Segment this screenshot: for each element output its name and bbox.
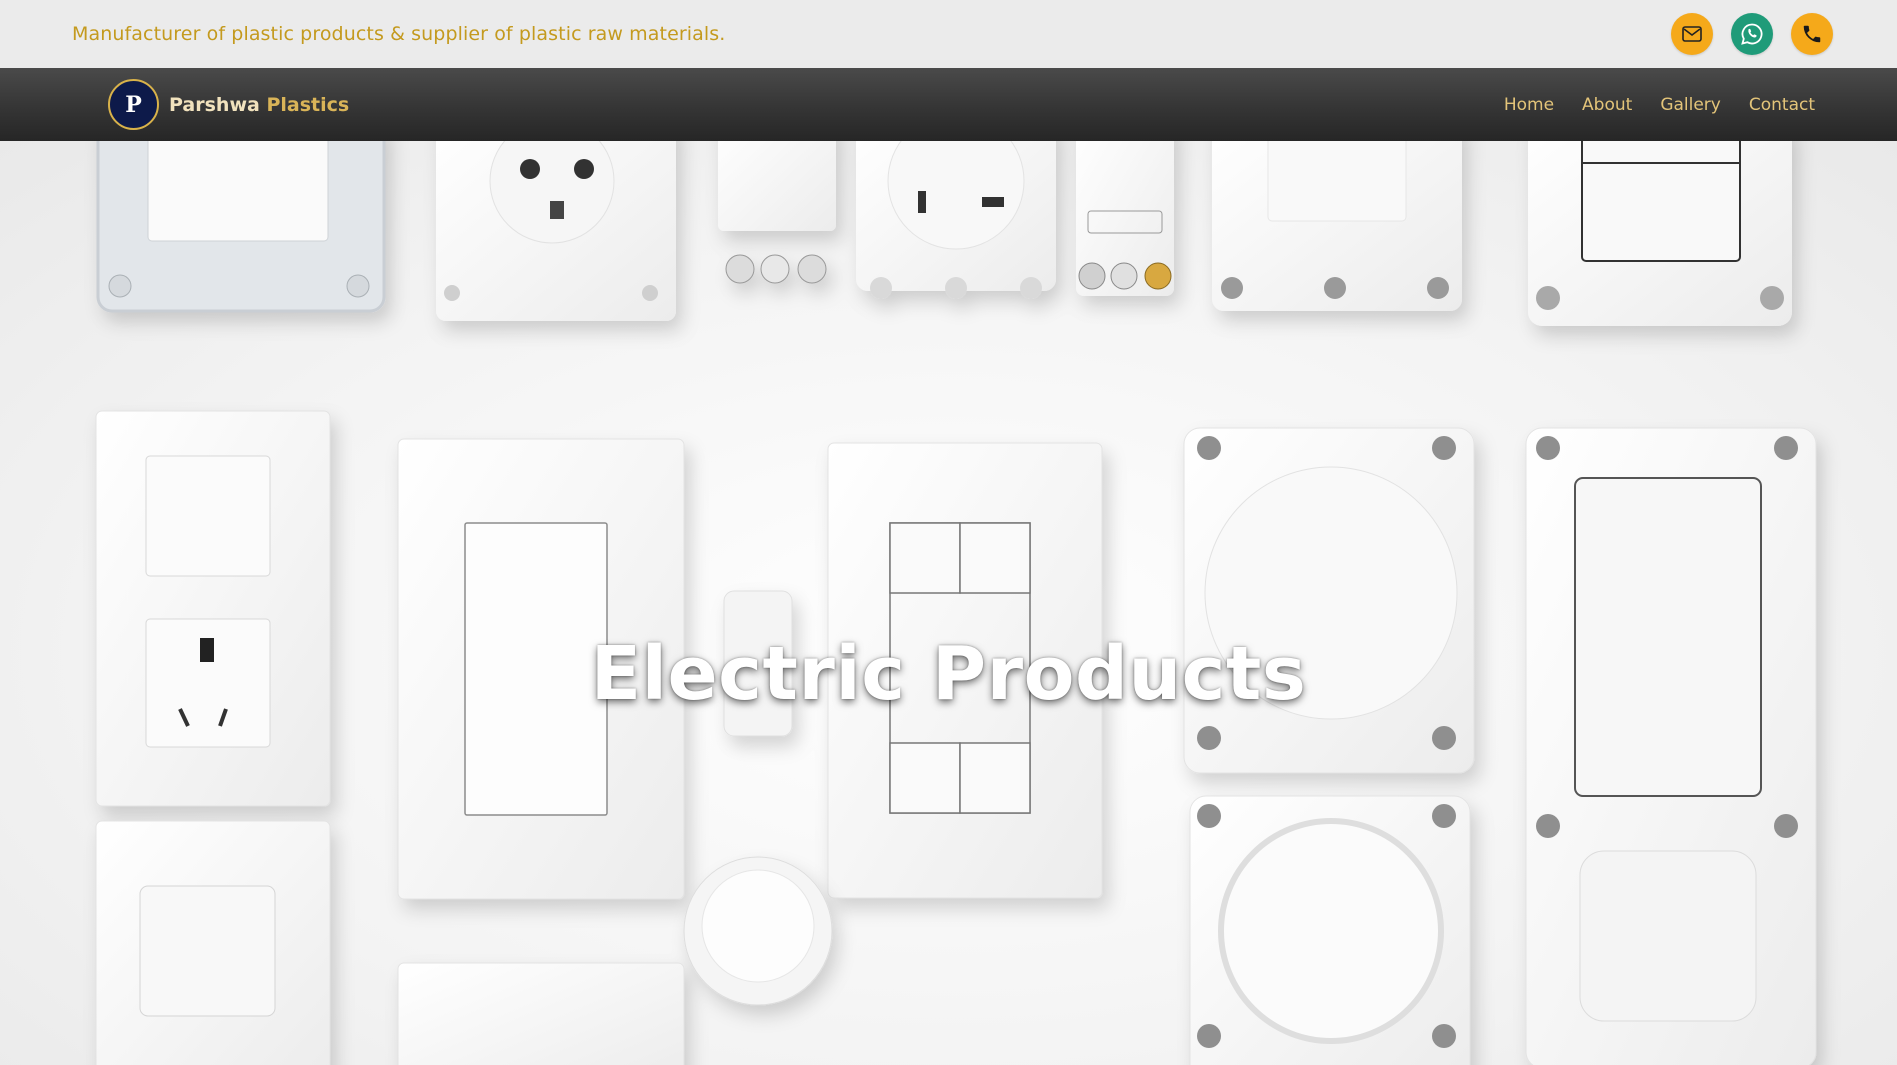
- nav-contact[interactable]: Contact: [1749, 95, 1815, 115]
- nav-links: Home About Gallery Contact: [1504, 95, 1815, 115]
- phone-icon[interactable]: [1791, 13, 1833, 55]
- brand[interactable]: P Parshwa Plastics: [108, 79, 349, 130]
- tagline: Manufacturer of plastic products & suppl…: [72, 23, 726, 45]
- nav-home[interactable]: Home: [1504, 95, 1554, 115]
- logo: P: [108, 79, 159, 130]
- nav-gallery[interactable]: Gallery: [1660, 95, 1721, 115]
- hero-background-image: [95, 141, 1817, 1065]
- logo-letter: P: [125, 91, 142, 118]
- brand-name-part1: Parshwa: [169, 93, 260, 116]
- brand-name: Parshwa Plastics: [169, 94, 349, 116]
- hero-title: Electric Products: [590, 631, 1307, 717]
- top-info-bar: Manufacturer of plastic products & suppl…: [0, 0, 1897, 68]
- contact-icons: [1671, 13, 1833, 55]
- whatsapp-icon[interactable]: [1731, 13, 1773, 55]
- main-navbar: P Parshwa Plastics Home About Gallery Co…: [0, 68, 1897, 141]
- hero-banner: Electric Products: [0, 141, 1897, 1065]
- nav-about[interactable]: About: [1582, 95, 1632, 115]
- brand-name-part2: Plastics: [266, 93, 350, 116]
- mail-icon[interactable]: [1671, 13, 1713, 55]
